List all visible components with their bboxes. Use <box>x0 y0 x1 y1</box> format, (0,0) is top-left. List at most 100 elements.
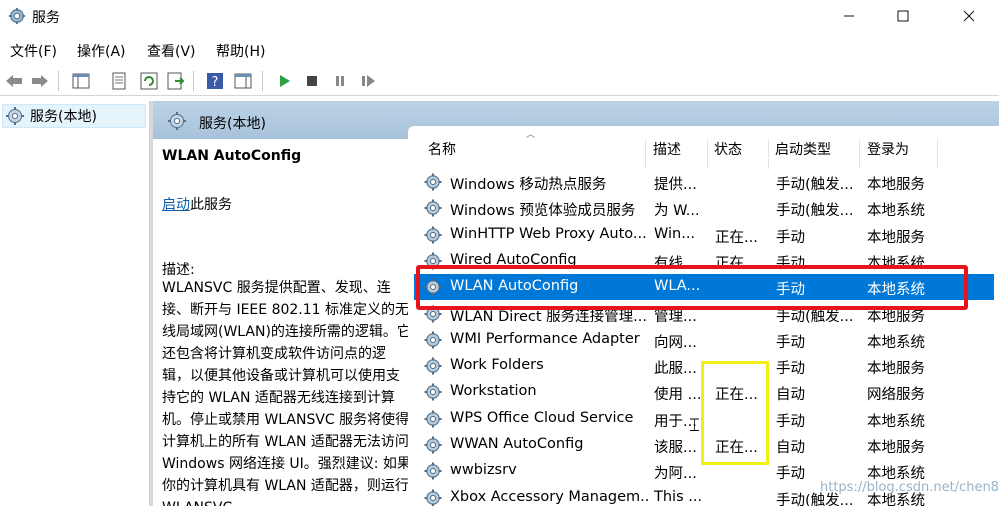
tree-item-services-local[interactable]: 服务(本地) <box>2 104 146 128</box>
console-tree: 服务(本地) <box>0 101 150 506</box>
cell-name: Windows 预览体验成员服务 <box>450 203 636 220</box>
show-hide-console-tree-button[interactable] <box>70 70 92 92</box>
table-row[interactable]: WinHTTP Web Proxy Auto... Win... 正在... 手动 本地… <box>414 222 994 248</box>
service-gear-icon <box>424 331 442 349</box>
close-icon <box>963 10 975 22</box>
column-divider[interactable] <box>937 139 938 169</box>
cell-desc: 为阿... <box>654 466 697 483</box>
start-service-link[interactable]: 启动 <box>162 197 190 213</box>
table-row[interactable]: WMI Performance Adapter 向网... 手动 本地系统 <box>414 327 994 353</box>
export-list-button[interactable] <box>165 70 187 92</box>
start-service-button[interactable] <box>273 70 295 92</box>
properties-icon <box>112 72 126 90</box>
column-header-name[interactable]: 名称 <box>428 139 456 169</box>
service-gear-icon <box>424 410 442 428</box>
pause-service-button[interactable] <box>329 70 351 92</box>
help-icon: ? <box>207 73 223 90</box>
cell-startup: 手动 <box>776 361 805 378</box>
cell-name: Work Folders <box>450 357 544 374</box>
service-gear-icon <box>424 383 442 401</box>
cell-desc: 向网... <box>654 334 697 351</box>
back-arrow-icon <box>6 75 22 87</box>
menu-action[interactable]: 操作(A) <box>77 41 126 61</box>
service-gear-icon <box>424 357 442 375</box>
show-action-pane-button[interactable] <box>232 70 254 92</box>
cell-name: Xbox Accessory Managem... <box>450 488 650 505</box>
cell-startup: 自动 <box>776 387 805 404</box>
menu-file[interactable]: 文件(F) <box>10 41 57 61</box>
refresh-icon <box>140 72 158 90</box>
cell-logon: 本地服务 <box>867 440 925 456</box>
restart-icon <box>362 75 375 87</box>
title-bar: 服务 <box>0 0 999 33</box>
service-title: WLAN AutoConfig <box>162 148 302 164</box>
restart-service-button[interactable] <box>357 70 379 92</box>
description-label: 描述: <box>162 262 195 278</box>
start-service-suffix: 此服务 <box>190 197 232 213</box>
cell-desc: 为 W... <box>654 203 700 220</box>
refresh-button[interactable] <box>138 70 160 92</box>
red-highlight-box <box>416 265 968 310</box>
cell-name: WWAN AutoConfig <box>450 436 584 452</box>
description-text: WLANSVC 服务提供配置、发现、连接、断开与 IEEE 802.11 标准定… <box>162 280 411 506</box>
menu-help[interactable]: 帮助(H) <box>216 41 265 61</box>
column-header-status[interactable]: 状态 <box>714 139 742 169</box>
cell-logon: 本地服务 <box>867 177 925 193</box>
tree-item-label: 服务(本地) <box>30 109 97 125</box>
cell-desc: This ... <box>654 488 703 505</box>
cell-startup: 手动 <box>776 413 805 430</box>
maximize-icon <box>897 10 909 22</box>
help-button[interactable]: ? <box>204 70 226 92</box>
minimize-button[interactable] <box>820 0 878 32</box>
service-detail-pane: WLAN AutoConfig 启动此服务 描述: WLANSVC 服务提供配置… <box>153 139 411 506</box>
cell-desc: 提供... <box>654 177 697 193</box>
cell-name: wwbizsrv <box>450 462 517 479</box>
cell-name: Workstation <box>450 383 537 400</box>
toolbar-separator <box>58 71 59 91</box>
cell-logon: 本地系统 <box>867 413 925 430</box>
back-button[interactable] <box>3 70 25 92</box>
cell-name: WinHTTP Web Proxy Auto... <box>450 225 647 242</box>
service-gear-icon <box>424 436 442 454</box>
column-header-log-on-as[interactable]: 登录为 <box>867 139 909 169</box>
cell-logon: 本地系统 <box>867 334 925 351</box>
cell-startup: 手动(触发... <box>776 177 854 193</box>
svg-text:?: ? <box>212 75 219 90</box>
service-gear-icon <box>424 489 442 506</box>
export-icon <box>167 72 185 90</box>
column-divider[interactable] <box>645 139 646 169</box>
cell-desc: 该服... <box>654 440 697 456</box>
cell-logon: 本地服务 <box>867 361 925 378</box>
service-gear-icon <box>424 462 442 480</box>
pause-icon <box>336 76 344 86</box>
watermark: https://blog.csdn.net/chen820 <box>820 480 999 495</box>
cell-status: 正在... <box>715 229 758 246</box>
forward-arrow-icon <box>32 75 48 87</box>
cell-logon: 网络服务 <box>867 387 925 404</box>
forward-button[interactable] <box>29 70 51 92</box>
column-divider[interactable] <box>707 139 708 169</box>
maximize-button[interactable] <box>874 0 932 32</box>
column-divider[interactable] <box>768 139 769 169</box>
play-icon <box>280 75 290 87</box>
services-gear-icon <box>168 112 186 130</box>
cell-startup: 手动 <box>776 229 805 246</box>
text-cursor-icon: ⌶ <box>689 415 700 436</box>
table-row[interactable]: Windows 移动热点服务 提供... 手动(触发... 本地服务 <box>414 169 994 195</box>
cell-desc: Win... <box>654 225 696 242</box>
menu-view[interactable]: 查看(V) <box>147 41 196 61</box>
service-gear-icon <box>424 226 442 244</box>
service-gear-icon <box>424 173 442 191</box>
column-header-description[interactable]: 描述 <box>653 139 681 169</box>
table-row[interactable]: Windows 预览体验成员服务 为 W... 手动(触发... 本地系统 <box>414 195 994 221</box>
properties-button[interactable] <box>108 70 130 92</box>
close-button[interactable] <box>940 0 998 32</box>
cell-desc: 使用 ... <box>654 387 702 404</box>
toolbar: ? <box>0 66 999 96</box>
yellow-highlight-box <box>701 361 769 465</box>
column-divider[interactable] <box>859 139 860 169</box>
services-gear-icon <box>8 7 26 25</box>
column-header-startup-type[interactable]: 启动类型 <box>775 139 831 169</box>
cell-desc: 此服... <box>654 361 697 378</box>
stop-service-button[interactable] <box>301 70 323 92</box>
